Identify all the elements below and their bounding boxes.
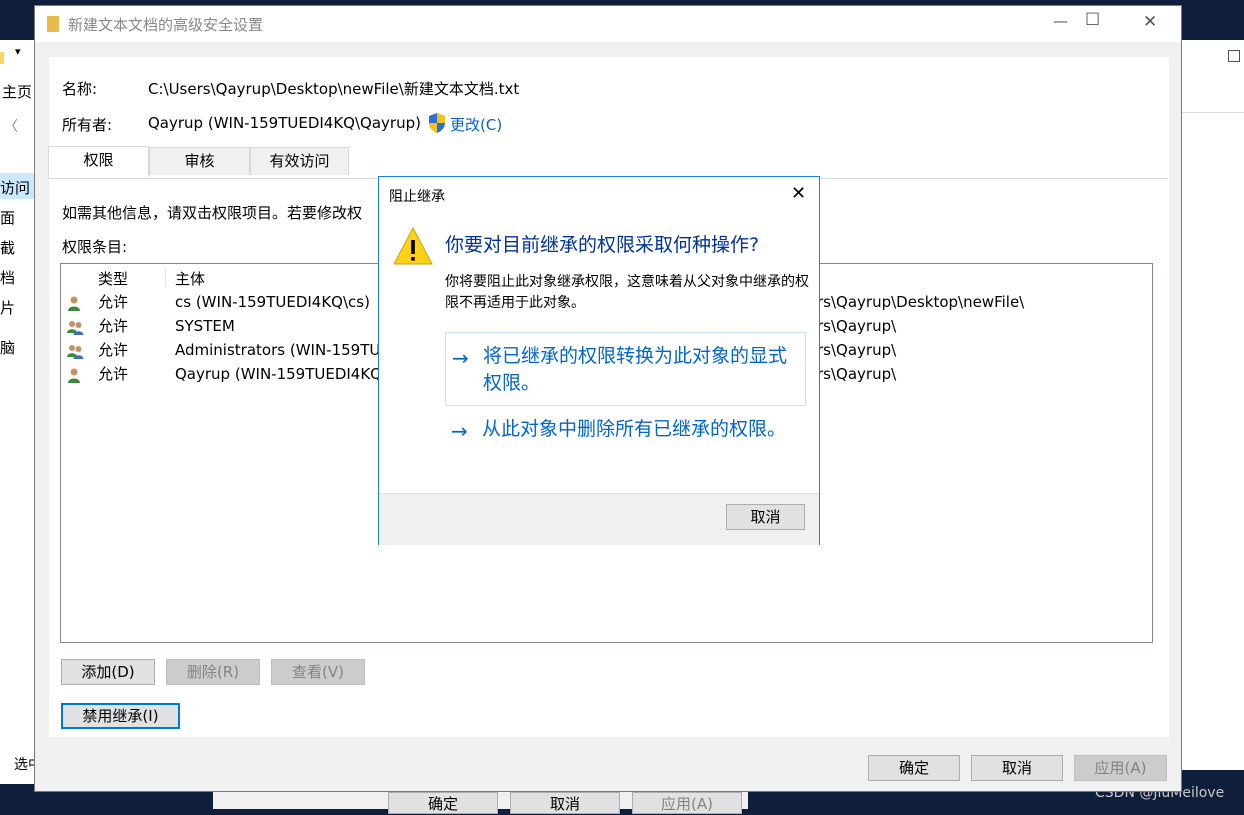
apply-button[interactable]: 应用(A) bbox=[1074, 755, 1167, 781]
nav-item-access[interactable]: 访问 bbox=[0, 177, 30, 198]
ok-button[interactable]: 确定 bbox=[868, 755, 960, 781]
maximize-button[interactable]: ☐ bbox=[1085, 10, 1100, 30]
nav-item-docs[interactable]: 档 bbox=[0, 267, 15, 288]
dialog-heading: 你要对目前继承的权限采取何种操作? bbox=[445, 234, 760, 256]
change-owner-link[interactable]: 更改(C) bbox=[450, 114, 502, 135]
entry-type: 允许 bbox=[98, 341, 129, 359]
background-ok-button[interactable]: 确定 bbox=[388, 792, 498, 814]
arrow-right-icon: → bbox=[452, 346, 469, 370]
back-chevron-icon[interactable]: 〈 bbox=[4, 116, 18, 136]
convert-option-label: 将已继承的权限转换为此对象的显式权限。 bbox=[483, 345, 788, 394]
close-button[interactable]: ✕ bbox=[1143, 12, 1157, 32]
background-window-right bbox=[1181, 40, 1244, 770]
folder-icon bbox=[0, 52, 4, 64]
tab-permissions[interactable]: 权限 bbox=[48, 146, 149, 177]
dialog-close-button[interactable]: ✕ bbox=[791, 183, 806, 204]
nav-item-screenshot[interactable]: 截 bbox=[0, 237, 15, 258]
dialog-cancel-button[interactable]: 取消 bbox=[726, 504, 805, 530]
window-title: 新建文本文档的高级安全设置 bbox=[68, 16, 264, 34]
remove-button[interactable]: 删除(R) bbox=[166, 659, 260, 685]
background-cancel-button[interactable]: 取消 bbox=[510, 792, 620, 814]
entry-inherited-from: rs\Qayrup\ bbox=[817, 341, 897, 359]
background-maximize-icon[interactable] bbox=[1228, 50, 1240, 62]
shield-icon bbox=[427, 112, 447, 134]
title-bar: 新建文本文档的高级安全设置 — ☐ ✕ bbox=[35, 6, 1181, 42]
user-icon bbox=[66, 366, 82, 390]
divider bbox=[1181, 112, 1244, 113]
entry-principal: SYSTEM bbox=[175, 317, 235, 335]
column-separator bbox=[165, 268, 166, 286]
entry-type: 允许 bbox=[98, 365, 129, 383]
entry-principal: cs (WIN-159TUEDI4KQ\cs) bbox=[175, 293, 370, 311]
remove-option-label: 从此对象中删除所有已继承的权限。 bbox=[482, 418, 787, 440]
nav-item-computer[interactable]: 脑 bbox=[0, 337, 15, 358]
background-apply-button[interactable]: 应用(A) bbox=[632, 792, 742, 814]
column-header-principal[interactable]: 主体 bbox=[175, 268, 205, 289]
tab-auditing[interactable]: 审核 bbox=[149, 147, 250, 175]
owner-value: Qayrup (WIN-159TUEDI4KQ\Qayrup) bbox=[148, 114, 421, 132]
minimize-button[interactable]: — bbox=[1053, 12, 1068, 30]
entry-type: 允许 bbox=[98, 293, 129, 311]
entry-inherited-from: rs\Qayrup\ bbox=[817, 365, 897, 383]
block-inheritance-dialog: 阻止继承 ✕ 你要对目前继承的权限采取何种操作? 你将要阻止此对象继承权限，这意… bbox=[378, 176, 820, 545]
name-value: C:\Users\Qayrup\Desktop\newFile\新建文本文档.t… bbox=[148, 80, 520, 98]
name-label: 名称: bbox=[62, 80, 98, 98]
entry-inherited-from: rs\Qayrup\Desktop\newFile\ bbox=[817, 293, 1025, 311]
entry-principal: Administrators (WIN-159TU bbox=[175, 341, 381, 359]
dialog-description: 你将要阻止此对象继承权限，这意味着从父对象中继承的权限不再适用于此对象。 bbox=[445, 274, 809, 311]
nav-item-pictures[interactable]: 片 bbox=[0, 297, 15, 318]
tab-effective-access[interactable]: 有效访问 bbox=[250, 147, 349, 175]
view-button[interactable]: 查看(V) bbox=[271, 659, 365, 685]
explorer-tab-home[interactable]: 主页 bbox=[2, 81, 32, 102]
entry-inherited-from: rs\Qayrup\ bbox=[817, 317, 897, 335]
disable-inheritance-button[interactable]: 禁用继承(I) bbox=[61, 703, 180, 729]
convert-inherited-permissions-option[interactable]: → 将已继承的权限转换为此对象的显式权限。 bbox=[445, 332, 806, 406]
entries-label: 权限条目: bbox=[62, 238, 128, 256]
dialog-title: 阻止继承 bbox=[389, 189, 445, 205]
nav-item-desktop[interactable]: 面 bbox=[0, 207, 15, 228]
add-button[interactable]: 添加(D) bbox=[61, 659, 155, 685]
owner-label: 所有者: bbox=[62, 116, 113, 134]
cancel-button[interactable]: 取消 bbox=[971, 755, 1063, 781]
column-header-type[interactable]: 类型 bbox=[98, 268, 128, 289]
remove-inherited-permissions-option[interactable]: → 从此对象中删除所有已继承的权限。 bbox=[445, 406, 806, 480]
warning-icon bbox=[392, 226, 434, 270]
entry-type: 允许 bbox=[98, 317, 129, 335]
entry-principal: Qayrup (WIN-159TUEDI4KQ\ bbox=[175, 365, 388, 383]
file-icon bbox=[47, 16, 59, 32]
info-text: 如需其他信息，请双击权限项目。若要修改权 bbox=[62, 204, 363, 222]
dropdown-icon: ▾ bbox=[15, 45, 21, 58]
arrow-right-icon: → bbox=[451, 419, 468, 443]
